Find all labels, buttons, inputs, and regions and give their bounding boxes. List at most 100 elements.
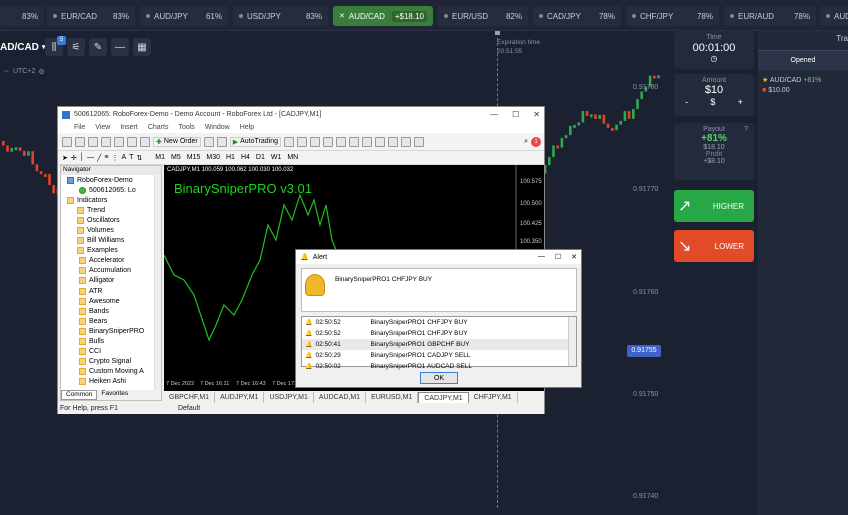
autoscroll-icon[interactable] — [361, 136, 372, 147]
navigator-item[interactable]: Accelerator — [61, 256, 161, 266]
terminal-icon[interactable] — [127, 136, 137, 147]
ticker-1[interactable]: EUR/CAD 83% — [47, 6, 135, 26]
ok-button[interactable]: OK — [420, 372, 458, 384]
pair-selector[interactable]: AD/CAD ▾ — [0, 38, 45, 56]
indicators-list-icon[interactable] — [387, 136, 398, 147]
metaeditor-icon[interactable] — [203, 136, 214, 147]
channel-icon[interactable]: ≡ — [104, 154, 108, 161]
timeframe-w1[interactable]: W1 — [271, 154, 282, 161]
menu-item-help[interactable]: Help — [240, 124, 254, 131]
timeframe-m1[interactable]: M1 — [155, 154, 165, 161]
timezone-indicator[interactable]: ⇔ UTC+2 ⚙ — [3, 68, 45, 76]
menu-item-window[interactable]: Window — [205, 124, 230, 131]
navigator-item[interactable]: Awesome — [61, 296, 161, 306]
close-icon[interactable]: ✕ — [533, 110, 540, 119]
chart-tab[interactable]: USDJPY,M1 — [264, 392, 314, 403]
menu-item-file[interactable]: File — [74, 124, 85, 131]
navigator-tab-common[interactable]: Common — [61, 390, 98, 400]
navigator-icon[interactable] — [114, 136, 124, 147]
navigator-tab-favorites[interactable]: Favorites — [97, 390, 132, 400]
alert-row[interactable]: 🔔 02:50:41 BinarySniperPRO1 GBPCHF BUY — [302, 339, 576, 350]
amount-decrease-button[interactable]: - — [685, 97, 688, 107]
timeframe-m15[interactable]: M15 — [187, 154, 201, 161]
navigator-item[interactable]: Bulls — [61, 337, 161, 347]
ticker-0[interactable]: 83% — [0, 6, 44, 26]
navigator-item[interactable]: Bill Williams — [61, 236, 161, 246]
notification-icon[interactable]: 1 — [531, 136, 541, 147]
ticker-6[interactable]: CAD/JPY 78% — [533, 6, 621, 26]
line-chart-icon[interactable] — [309, 136, 320, 147]
alert-row[interactable]: 🔔 02:50:52 BinarySniperPRO1 CHFJPY BUY — [302, 328, 576, 339]
amount-panel[interactable]: Amount $10 - $ + — [674, 74, 754, 116]
market-watch-icon[interactable] — [88, 136, 98, 147]
menu-item-insert[interactable]: Insert — [120, 124, 138, 131]
navigator-item[interactable]: Bears — [61, 316, 161, 326]
tester-icon[interactable] — [140, 136, 150, 147]
trades-tab[interactable]: Tra — [836, 34, 848, 43]
text-icon[interactable]: A — [121, 154, 126, 161]
label-icon[interactable]: T — [129, 154, 133, 161]
chart-tab[interactable]: EURUSD,M1 — [366, 392, 419, 403]
layout-button[interactable]: ▦ — [133, 38, 151, 56]
menu-item-charts[interactable]: Charts — [148, 124, 169, 131]
timeframe-h4[interactable]: H4 — [241, 154, 250, 161]
autotrading-button[interactable]: ▶ AutoTrading — [229, 136, 281, 147]
timeframe-m5[interactable]: M5 — [171, 154, 181, 161]
chart-tab[interactable]: AUDJPY,M1 — [215, 392, 265, 403]
navigator-item[interactable]: Trend — [61, 205, 161, 215]
timeframe-h1[interactable]: H1 — [226, 154, 235, 161]
alert-row[interactable]: 🔔 02:50:52 BinarySniperPRO1 CHFJPY BUY — [302, 317, 576, 328]
open-trade-item[interactable]: ★ AUD/CAD +81% ■ $10.00 — [762, 76, 821, 96]
new-order-button[interactable]: ✚ New Order — [153, 136, 201, 147]
chart-tab[interactable]: CADJPY,M1 — [418, 392, 469, 403]
vertical-line-icon[interactable]: │ — [80, 154, 84, 161]
minimize-icon[interactable]: — — [490, 110, 498, 119]
chart-tab[interactable]: CHFJPY,M1 — [469, 392, 518, 403]
timeframe-mn[interactable]: MN — [287, 154, 298, 161]
line-button[interactable]: — — [111, 38, 129, 56]
navigator-item[interactable]: Oscillators — [61, 215, 161, 225]
navigator-item[interactable]: ATR — [61, 286, 161, 296]
fibonacci-icon[interactable]: ⋮ — [111, 154, 118, 162]
arrows-icon[interactable]: ⇅ — [136, 154, 142, 162]
navigator-item[interactable]: Alligator — [61, 276, 161, 286]
trendline-icon[interactable]: ╱ — [97, 154, 101, 162]
ticker-5[interactable]: EUR/USD 82% — [438, 6, 528, 26]
higher-button[interactable]: ↗ HIGHER — [674, 190, 754, 222]
signals-icon[interactable] — [216, 136, 227, 147]
amount-value[interactable]: $10 — [674, 84, 754, 96]
ticker-9[interactable]: AUD — [820, 6, 848, 26]
ticker-2[interactable]: AUD/JPY 61% — [140, 6, 228, 26]
alert-scrollbar[interactable] — [568, 317, 576, 366]
maximize-icon[interactable]: ☐ — [512, 110, 519, 119]
time-panel[interactable]: Time 00:01:00 ◷ — [674, 31, 754, 69]
bar-chart-icon[interactable] — [283, 136, 294, 147]
new-chart-icon[interactable] — [62, 136, 72, 147]
navigator-item[interactable]: Examples — [61, 246, 161, 256]
navigator-item[interactable]: Bands — [61, 306, 161, 316]
navigator-item[interactable]: Heiken Ashi — [61, 377, 161, 387]
navigator-item[interactable]: 500612065: Lo — [61, 185, 161, 195]
amount-increase-button[interactable]: + — [738, 97, 743, 107]
ticker-4[interactable]: ✕ AUD/CAD +$18.10 — [333, 6, 433, 26]
navigator-item[interactable]: Volumes — [61, 225, 161, 235]
zoom-in-icon[interactable] — [322, 136, 333, 147]
close-icon[interactable]: ✕ — [339, 12, 345, 20]
ticker-8[interactable]: EUR/AUD 78% — [724, 6, 816, 26]
tile-icon[interactable] — [348, 136, 359, 147]
crosshair-icon[interactable]: ✛ — [71, 154, 77, 162]
maximize-icon[interactable]: ☐ — [555, 253, 561, 261]
currency-toggle-button[interactable]: $ — [710, 97, 715, 107]
draw-button[interactable]: ✎ — [89, 38, 107, 56]
navigator-item[interactable]: Crypto Signal — [61, 357, 161, 367]
timeframe-d1[interactable]: D1 — [256, 154, 265, 161]
cursor-icon[interactable]: ➤ — [62, 154, 68, 162]
alert-row[interactable]: 🔔 02:50:02 BinarySniperPRO1 AUDCAD SELL — [302, 361, 576, 372]
opened-tab[interactable]: Opened — [758, 50, 848, 70]
timeframe-m30[interactable]: M30 — [206, 154, 220, 161]
navigator-item[interactable]: RoboForex-Demo — [61, 175, 161, 185]
alert-row[interactable]: 🔔 02:50:29 BinarySniperPRO1 CADJPY SELL — [302, 350, 576, 361]
indicators-button[interactable]: ⚟ — [67, 38, 85, 56]
templates-icon[interactable] — [413, 136, 424, 147]
periods-icon[interactable] — [400, 136, 411, 147]
